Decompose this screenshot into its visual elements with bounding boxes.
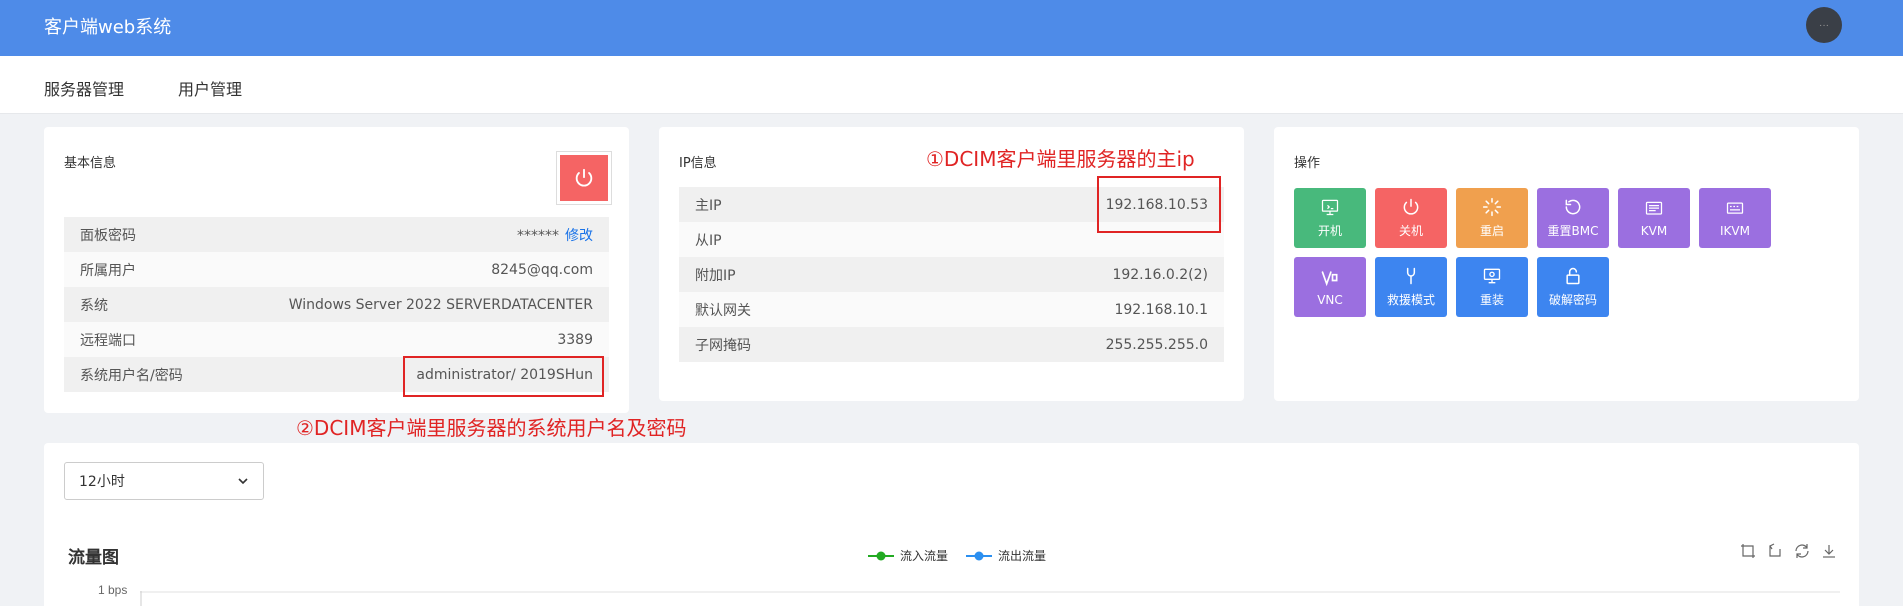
monitor-icon (1321, 199, 1339, 216)
button-label: IKVM (1720, 223, 1750, 238)
main-ip-highlight-box (1097, 176, 1221, 233)
restart-button[interactable]: 重启 (1456, 188, 1528, 248)
button-label: 救援模式 (1386, 293, 1435, 307)
y-axis-tick: 1 bps (98, 583, 128, 597)
row-label: 所属用户 (80, 262, 136, 279)
row-label: 子网掩码 (695, 337, 751, 354)
row-value: Windows Server 2022 SERVERDATACENTER (288, 296, 593, 313)
edit-password-link[interactable]: 修改 (565, 228, 593, 244)
operations-card: 操作 开机 关机 重启 重置BMC KVM IKVM VNC 救援模式 重装 破… (1274, 127, 1859, 401)
table-row: 附加IP 192.16.0.2(2) (679, 257, 1224, 292)
button-label: 重启 (1479, 224, 1504, 238)
zoom-reset-icon[interactable] (1767, 543, 1783, 559)
legend-label: 流出流量 (998, 549, 1047, 563)
basic-info-title: 基本信息 (64, 156, 117, 171)
refresh-icon[interactable] (1794, 543, 1810, 559)
chart-toolbox (1740, 543, 1837, 559)
table-row: 子网掩码 255.255.255.0 (679, 327, 1224, 362)
download-icon[interactable] (1821, 543, 1837, 559)
reinstall-button[interactable]: 重装 (1456, 257, 1528, 317)
traffic-chart-title: 流量图 (68, 548, 119, 568)
row-label: 系统 (80, 297, 108, 314)
chart-plot-area (140, 591, 1840, 606)
row-value: 192.16.0.2(2) (1112, 266, 1208, 283)
chevron-down-icon (238, 478, 248, 485)
vnc-button[interactable]: VNC (1294, 257, 1366, 317)
power-on-button[interactable]: 开机 (1294, 188, 1366, 248)
rescue-mode-button[interactable]: 救援模式 (1375, 257, 1447, 317)
row-label: 主IP (695, 197, 722, 214)
legend-label: 流入流量 (900, 549, 949, 563)
time-range-select[interactable]: 12小时 (64, 462, 264, 500)
table-row: 系统 Windows Server 2022 SERVERDATACENTER (64, 287, 609, 322)
row-value: 8245@qq.com (491, 261, 593, 278)
ikvm-button[interactable]: IKVM (1699, 188, 1771, 248)
loading-icon (1482, 197, 1502, 217)
row-label: 远程端口 (80, 332, 136, 349)
vnc-icon (1321, 270, 1338, 286)
unlock-icon (1566, 267, 1580, 285)
time-range-value: 12小时 (79, 474, 125, 490)
avatar[interactable]: ··· (1806, 7, 1842, 43)
legend-marker-outbound (966, 551, 993, 560)
row-label: 系统用户名/密码 (80, 367, 183, 384)
operations-title: 操作 (1294, 156, 1321, 171)
reset-bmc-button[interactable]: 重置BMC (1537, 188, 1609, 248)
ip-annotation: ①DCIM客户端里服务器的主ip (926, 147, 1195, 171)
button-label: 关机 (1398, 224, 1423, 238)
table-row: 面板密码 ****** 修改 (64, 217, 609, 252)
power-button[interactable] (556, 151, 612, 205)
row-label: 面板密码 (80, 227, 136, 244)
legend-item-outbound[interactable]: 流出流量 (966, 547, 1046, 564)
nav-bar: 服务器管理 用户管理 (0, 56, 1903, 114)
app-title: 客户端web系统 (44, 17, 172, 38)
table-row: 远程端口 3389 (64, 322, 609, 357)
power-icon (1403, 198, 1419, 215)
zoom-icon[interactable] (1740, 543, 1756, 559)
credentials-annotation: ②DCIM客户端里服务器的系统用户名及密码 (296, 416, 687, 440)
button-label: 重置BMC (1547, 224, 1599, 238)
legend-item-inbound[interactable]: 流入流量 (868, 547, 948, 564)
crack-password-button[interactable]: 破解密码 (1537, 257, 1609, 317)
row-value: 3389 (557, 331, 593, 348)
legend-marker-inbound (868, 551, 894, 560)
panel-password-value: ****** (517, 227, 559, 244)
chart-legend: 流入流量 流出流量 (868, 547, 1046, 564)
button-label: VNC (1317, 292, 1343, 307)
nav-item-server-management[interactable]: 服务器管理 (44, 76, 124, 100)
credentials-highlight-box (403, 356, 604, 397)
wrench-icon (1406, 267, 1416, 285)
table-row: 默认网关 192.168.10.1 (679, 292, 1224, 327)
power-off-button[interactable]: 关机 (1375, 188, 1447, 248)
row-value: 192.168.10.1 (1114, 301, 1208, 318)
traffic-card: 12小时 流量图 流入流量 流出流量 1 bps (44, 443, 1859, 606)
reinstall-icon (1483, 268, 1501, 284)
ikvm-icon (1726, 202, 1744, 214)
kvm-button[interactable]: KVM (1618, 188, 1690, 248)
nav-item-user-management[interactable]: 用户管理 (178, 76, 242, 100)
reset-icon (1565, 199, 1581, 215)
button-label: KVM (1640, 223, 1668, 238)
kvm-icon (1645, 201, 1663, 215)
table-row: 所属用户 8245@qq.com (64, 252, 609, 287)
row-label: 附加IP (695, 267, 736, 284)
button-label: 破解密码 (1548, 293, 1597, 307)
row-label: 从IP (695, 232, 722, 249)
button-label: 重装 (1479, 293, 1504, 307)
power-icon (575, 168, 593, 187)
top-bar: 客户端web系统 ··· (0, 0, 1903, 56)
row-label: 默认网关 (695, 302, 751, 319)
ip-info-title: IP信息 (679, 156, 717, 171)
button-label: 开机 (1317, 224, 1342, 238)
row-value: 255.255.255.0 (1105, 336, 1208, 353)
